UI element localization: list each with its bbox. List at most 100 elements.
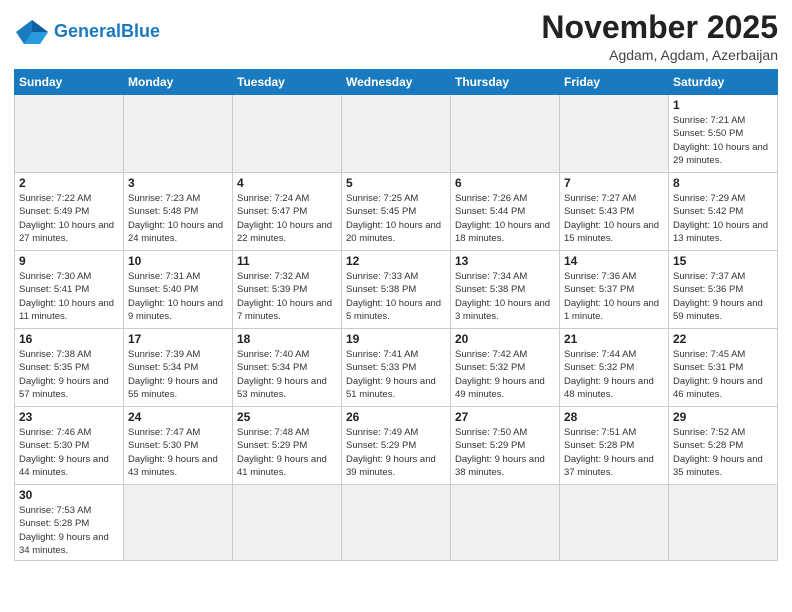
- day-cell: [669, 485, 778, 561]
- day-cell: 23 Sunrise: 7:46 AM Sunset: 5:30 PM Dayli…: [15, 407, 124, 485]
- day-info: Sunrise: 7:36 AM Sunset: 5:37 PM Dayligh…: [564, 270, 664, 323]
- day-info: Sunrise: 7:31 AM Sunset: 5:40 PM Dayligh…: [128, 270, 228, 323]
- day-number: 15: [673, 254, 773, 268]
- day-cell: 4 Sunrise: 7:24 AM Sunset: 5:47 PM Daylig…: [233, 173, 342, 251]
- day-info: Sunrise: 7:25 AM Sunset: 5:45 PM Dayligh…: [346, 192, 446, 245]
- day-info: Sunrise: 7:29 AM Sunset: 5:42 PM Dayligh…: [673, 192, 773, 245]
- day-info: Sunrise: 7:49 AM Sunset: 5:29 PM Dayligh…: [346, 426, 446, 479]
- day-info: Sunrise: 7:34 AM Sunset: 5:38 PM Dayligh…: [455, 270, 555, 323]
- day-number: 5: [346, 176, 446, 190]
- calendar: SundayMondayTuesdayWednesdayThursdayFrid…: [14, 69, 778, 561]
- weekday-thursday: Thursday: [451, 70, 560, 95]
- logo: GeneralBlue: [14, 18, 160, 46]
- day-cell: 7 Sunrise: 7:27 AM Sunset: 5:43 PM Daylig…: [560, 173, 669, 251]
- day-number: 30: [19, 488, 119, 502]
- day-info: Sunrise: 7:53 AM Sunset: 5:28 PM Dayligh…: [19, 504, 119, 557]
- day-info: Sunrise: 7:50 AM Sunset: 5:29 PM Dayligh…: [455, 426, 555, 479]
- day-number: 8: [673, 176, 773, 190]
- day-cell: 27 Sunrise: 7:50 AM Sunset: 5:29 PM Dayli…: [451, 407, 560, 485]
- day-info: Sunrise: 7:30 AM Sunset: 5:41 PM Dayligh…: [19, 270, 119, 323]
- day-number: 9: [19, 254, 119, 268]
- month-title: November 2025: [541, 10, 778, 45]
- day-number: 19: [346, 332, 446, 346]
- day-number: 29: [673, 410, 773, 424]
- day-info: Sunrise: 7:38 AM Sunset: 5:35 PM Dayligh…: [19, 348, 119, 401]
- weekday-sunday: Sunday: [15, 70, 124, 95]
- day-info: Sunrise: 7:24 AM Sunset: 5:47 PM Dayligh…: [237, 192, 337, 245]
- week-row-5: 23 Sunrise: 7:46 AM Sunset: 5:30 PM Dayli…: [15, 407, 778, 485]
- weekday-tuesday: Tuesday: [233, 70, 342, 95]
- day-number: 18: [237, 332, 337, 346]
- day-cell: 14 Sunrise: 7:36 AM Sunset: 5:37 PM Dayli…: [560, 251, 669, 329]
- day-cell: [560, 95, 669, 173]
- day-cell: 11 Sunrise: 7:32 AM Sunset: 5:39 PM Dayli…: [233, 251, 342, 329]
- week-row-1: 1 Sunrise: 7:21 AM Sunset: 5:50 PM Daylig…: [15, 95, 778, 173]
- day-info: Sunrise: 7:47 AM Sunset: 5:30 PM Dayligh…: [128, 426, 228, 479]
- day-cell: 6 Sunrise: 7:26 AM Sunset: 5:44 PM Daylig…: [451, 173, 560, 251]
- day-number: 27: [455, 410, 555, 424]
- day-info: Sunrise: 7:23 AM Sunset: 5:48 PM Dayligh…: [128, 192, 228, 245]
- day-cell: 13 Sunrise: 7:34 AM Sunset: 5:38 PM Dayli…: [451, 251, 560, 329]
- day-number: 6: [455, 176, 555, 190]
- day-info: Sunrise: 7:37 AM Sunset: 5:36 PM Dayligh…: [673, 270, 773, 323]
- day-cell: 22Sunrise: 7:45 AM Sunset: 5:31 PM Dayli…: [669, 329, 778, 407]
- day-info: Sunrise: 7:41 AM Sunset: 5:33 PM Dayligh…: [346, 348, 446, 401]
- day-info: Sunrise: 7:32 AM Sunset: 5:39 PM Dayligh…: [237, 270, 337, 323]
- day-info: Sunrise: 7:27 AM Sunset: 5:43 PM Dayligh…: [564, 192, 664, 245]
- day-cell: 29Sunrise: 7:52 AM Sunset: 5:28 PM Dayli…: [669, 407, 778, 485]
- day-cell: 15 Sunrise: 7:37 AM Sunset: 5:36 PM Dayli…: [669, 251, 778, 329]
- weekday-header-row: SundayMondayTuesdayWednesdayThursdayFrid…: [15, 70, 778, 95]
- weekday-wednesday: Wednesday: [342, 70, 451, 95]
- day-cell: [15, 95, 124, 173]
- day-number: 26: [346, 410, 446, 424]
- day-cell: 12Sunrise: 7:33 AM Sunset: 5:38 PM Dayli…: [342, 251, 451, 329]
- logo-icon: [14, 18, 50, 46]
- day-info: Sunrise: 7:44 AM Sunset: 5:32 PM Dayligh…: [564, 348, 664, 401]
- day-number: 14: [564, 254, 664, 268]
- title-block: November 2025 Agdam, Agdam, Azerbaijan: [541, 10, 778, 63]
- day-number: 7: [564, 176, 664, 190]
- day-cell: 20Sunrise: 7:42 AM Sunset: 5:32 PM Dayli…: [451, 329, 560, 407]
- day-number: 13: [455, 254, 555, 268]
- day-info: Sunrise: 7:21 AM Sunset: 5:50 PM Dayligh…: [673, 114, 773, 167]
- day-number: 3: [128, 176, 228, 190]
- day-number: 1: [673, 98, 773, 112]
- day-number: 24: [128, 410, 228, 424]
- day-cell: 18 Sunrise: 7:40 AM Sunset: 5:34 PM Dayli…: [233, 329, 342, 407]
- day-number: 21: [564, 332, 664, 346]
- day-info: Sunrise: 7:40 AM Sunset: 5:34 PM Dayligh…: [237, 348, 337, 401]
- day-number: 2: [19, 176, 119, 190]
- day-cell: 16Sunrise: 7:38 AM Sunset: 5:35 PM Dayli…: [15, 329, 124, 407]
- day-number: 10: [128, 254, 228, 268]
- day-cell: 1 Sunrise: 7:21 AM Sunset: 5:50 PM Daylig…: [669, 95, 778, 173]
- weekday-monday: Monday: [124, 70, 233, 95]
- day-cell: [233, 485, 342, 561]
- day-cell: [124, 485, 233, 561]
- day-cell: 10 Sunrise: 7:31 AM Sunset: 5:40 PM Dayli…: [124, 251, 233, 329]
- day-info: Sunrise: 7:46 AM Sunset: 5:30 PM Dayligh…: [19, 426, 119, 479]
- day-number: 28: [564, 410, 664, 424]
- day-cell: [342, 485, 451, 561]
- day-number: 23: [19, 410, 119, 424]
- day-info: Sunrise: 7:22 AM Sunset: 5:49 PM Dayligh…: [19, 192, 119, 245]
- day-cell: [451, 485, 560, 561]
- location: Agdam, Agdam, Azerbaijan: [541, 47, 778, 63]
- day-cell: [560, 485, 669, 561]
- day-cell: 24 Sunrise: 7:47 AM Sunset: 5:30 PM Dayli…: [124, 407, 233, 485]
- day-cell: 3 Sunrise: 7:23 AM Sunset: 5:48 PM Daylig…: [124, 173, 233, 251]
- day-cell: 19 Sunrise: 7:41 AM Sunset: 5:33 PM Dayli…: [342, 329, 451, 407]
- weekday-saturday: Saturday: [669, 70, 778, 95]
- day-number: 17: [128, 332, 228, 346]
- day-cell: 21 Sunrise: 7:44 AM Sunset: 5:32 PM Dayli…: [560, 329, 669, 407]
- week-row-3: 9 Sunrise: 7:30 AM Sunset: 5:41 PM Daylig…: [15, 251, 778, 329]
- day-number: 4: [237, 176, 337, 190]
- day-cell: 28Sunrise: 7:51 AM Sunset: 5:28 PM Dayli…: [560, 407, 669, 485]
- logo-text: GeneralBlue: [54, 22, 160, 42]
- day-info: Sunrise: 7:33 AM Sunset: 5:38 PM Dayligh…: [346, 270, 446, 323]
- day-info: Sunrise: 7:26 AM Sunset: 5:44 PM Dayligh…: [455, 192, 555, 245]
- day-number: 11: [237, 254, 337, 268]
- day-number: 22: [673, 332, 773, 346]
- weekday-friday: Friday: [560, 70, 669, 95]
- day-cell: [451, 95, 560, 173]
- day-cell: 9 Sunrise: 7:30 AM Sunset: 5:41 PM Daylig…: [15, 251, 124, 329]
